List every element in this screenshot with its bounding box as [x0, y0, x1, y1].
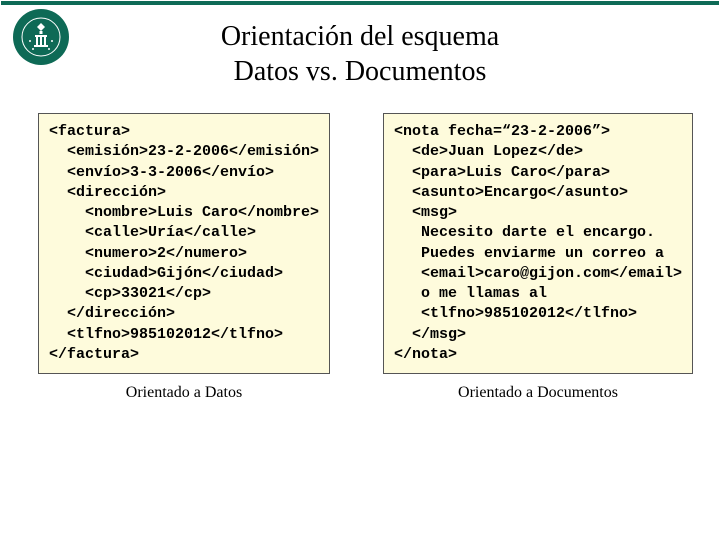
title-line-2: Datos vs. Documentos: [234, 56, 487, 87]
caption-datos: Orientado a Datos: [126, 384, 242, 402]
code-box-datos: <factura> <emisión>23-2-2006</emisión> <…: [38, 113, 330, 374]
left-column: <factura> <emisión>23-2-2006</emisión> <…: [11, 113, 357, 402]
right-column: <nota fecha=“23-2-2006”> <de>Juan Lopez<…: [365, 113, 711, 402]
caption-documentos: Orientado a Documentos: [458, 384, 618, 402]
title-line-1: Orientación del esquema: [221, 21, 499, 52]
code-box-documentos: <nota fecha=“23-2-2006”> <de>Juan Lopez<…: [383, 113, 693, 374]
columns: <factura> <emisión>23-2-2006</emisión> <…: [11, 113, 711, 402]
accent-strip: [1, 1, 719, 5]
slide-title: Orientación del esquema Datos vs. Docume…: [1, 19, 719, 89]
